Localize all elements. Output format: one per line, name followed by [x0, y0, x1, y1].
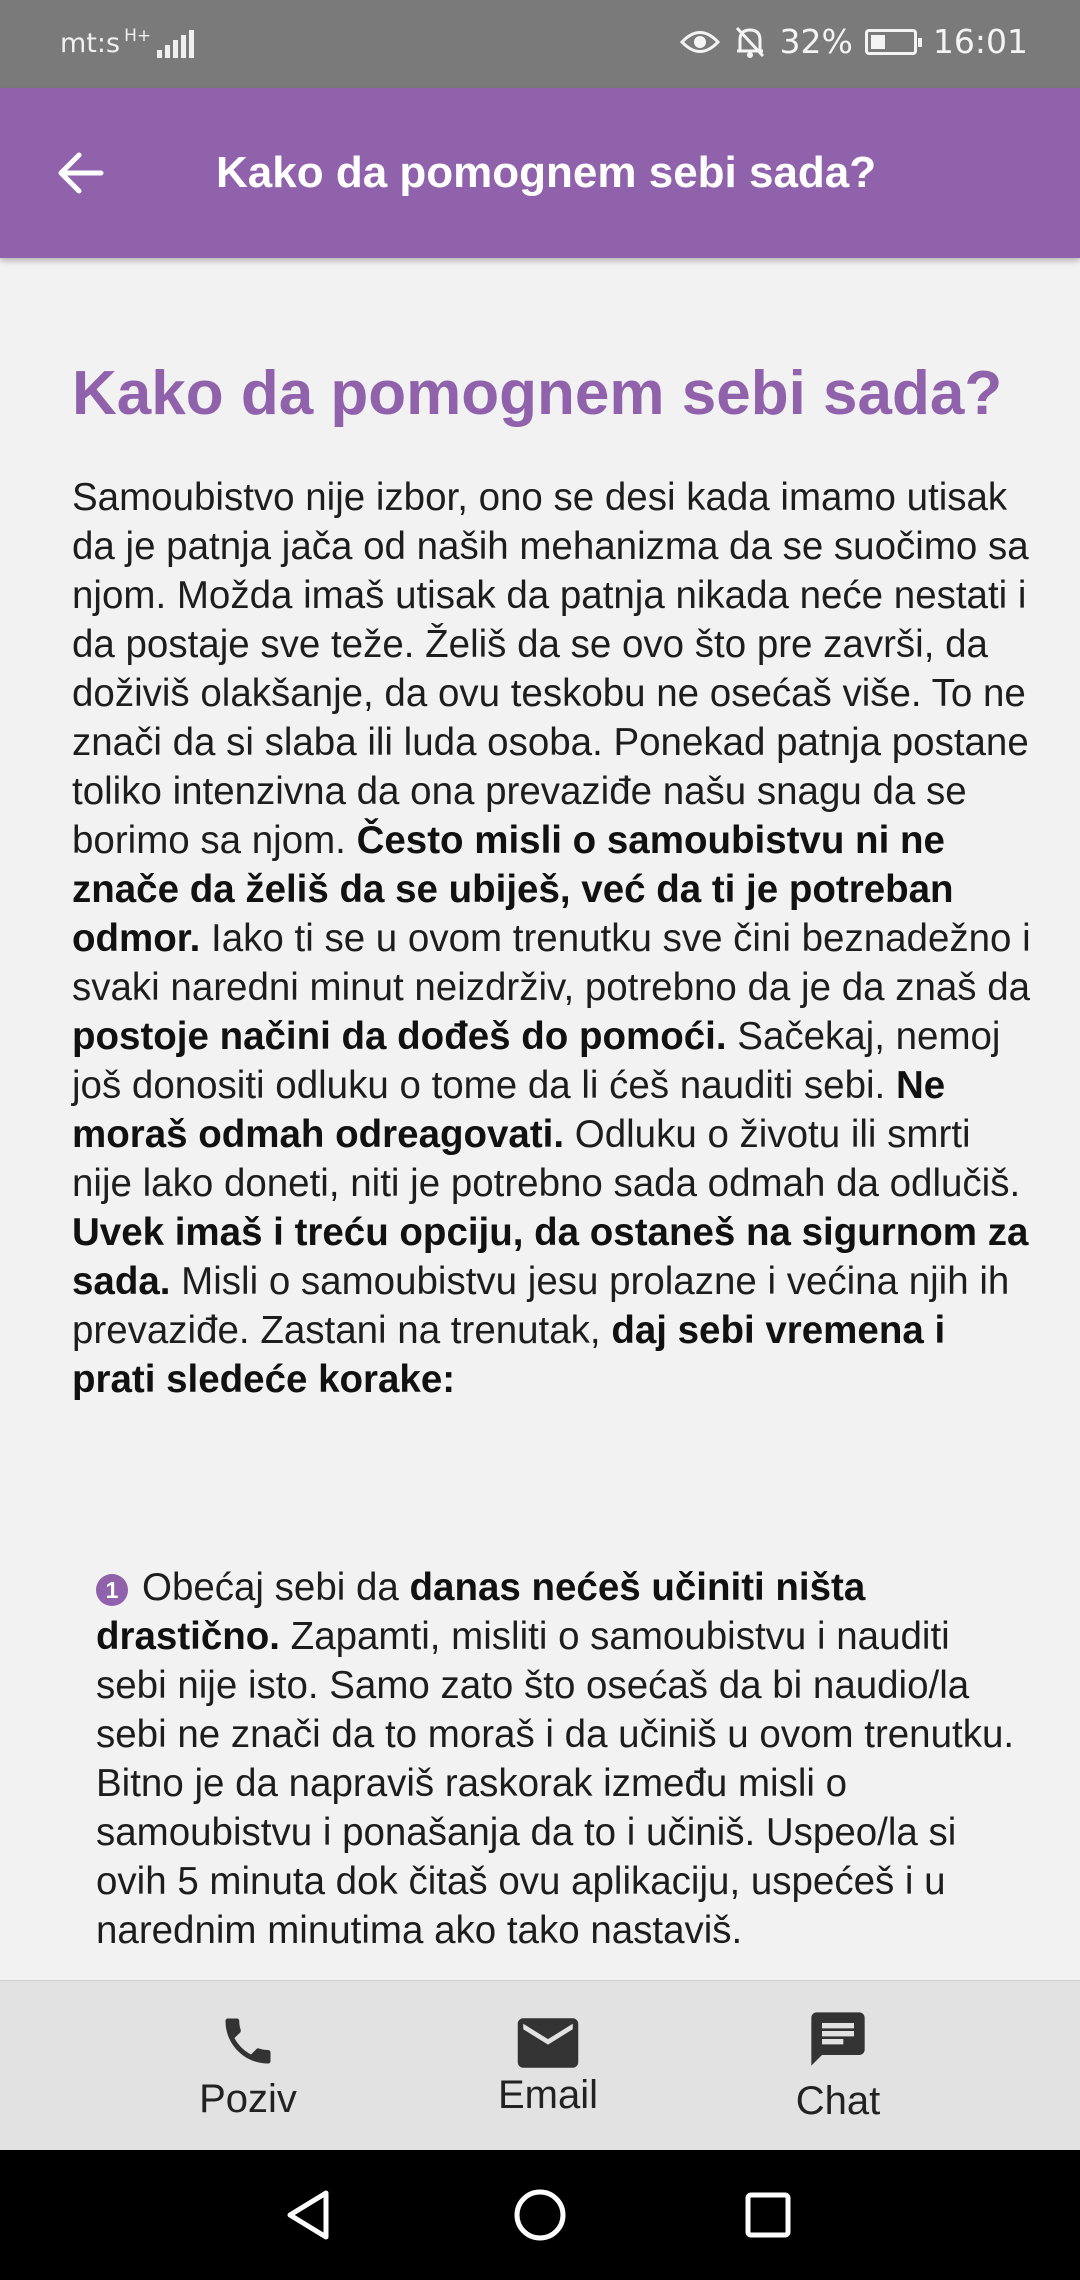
carrier-label: mt:s	[60, 28, 121, 59]
chat-button[interactable]: Chat	[718, 1981, 958, 2151]
circle-home-icon	[514, 2189, 566, 2241]
battery-percent: 32%	[779, 22, 853, 61]
signal-icon	[157, 28, 197, 58]
square-recents-icon	[745, 2192, 791, 2238]
call-label: Poziv	[199, 2077, 297, 2121]
step-1-text: Obećaj sebi da danas nećeš učiniti ništa…	[96, 1566, 1014, 1952]
body-text: Obećaj sebi da	[142, 1566, 410, 1609]
nav-home-button[interactable]	[510, 2185, 570, 2245]
body-text: Iako ti se u ovom trenutku sve čini bezn…	[72, 917, 1031, 1009]
status-bar: mt:s H+ 32% 16:01	[0, 0, 1080, 88]
page-title: Kako da pomognem sebi sada?	[72, 359, 1003, 428]
eye-icon	[679, 27, 720, 57]
body-text: Samoubistvo nije izbor, ono se desi kada…	[72, 476, 1029, 862]
body-text: Zapamti, misliti o samoubistvu i nauditi…	[96, 1615, 1015, 1952]
back-button[interactable]	[40, 133, 120, 213]
step-1: 1 Obećaj sebi da danas nećeš učiniti ništ…	[96, 1563, 1016, 1955]
status-left: mt:s H+	[60, 26, 197, 59]
chat-icon	[806, 1981, 870, 2071]
chat-label: Chat	[795, 2079, 881, 2123]
nav-back-button[interactable]	[280, 2185, 340, 2245]
bottom-nav: Poziv Email Chat	[0, 1980, 1080, 2151]
system-nav-bar	[0, 2150, 1080, 2280]
step-number-badge: 1	[96, 1574, 128, 1606]
intro-paragraph: Samoubistvo nije izbor, ono se desi kada…	[72, 473, 1032, 1404]
status-right: 32% 16:01	[679, 22, 1028, 61]
bell-off-icon	[734, 25, 766, 59]
arrow-left-icon	[58, 152, 104, 194]
article-content[interactable]: Kako da pomognem sebi sada? Samoubistvo …	[0, 258, 1080, 1980]
email-button[interactable]: Email	[428, 1981, 668, 2151]
emphasized-text: postoje načini da dođeš do pomoći.	[72, 1015, 727, 1058]
battery-saver-icon	[864, 28, 922, 55]
call-button[interactable]: Poziv	[128, 1981, 368, 2151]
phone-icon	[218, 1981, 278, 2071]
nav-recents-button[interactable]	[738, 2185, 798, 2245]
app-bar-title: Kako da pomognem sebi sada?	[216, 148, 877, 197]
network-type: H+	[124, 26, 152, 46]
email-label: Email	[497, 2073, 599, 2117]
clock: 16:01	[932, 22, 1028, 61]
app-bar: Kako da pomognem sebi sada?	[0, 88, 1080, 258]
triangle-back-icon	[287, 2190, 329, 2240]
email-icon	[515, 1981, 581, 2071]
